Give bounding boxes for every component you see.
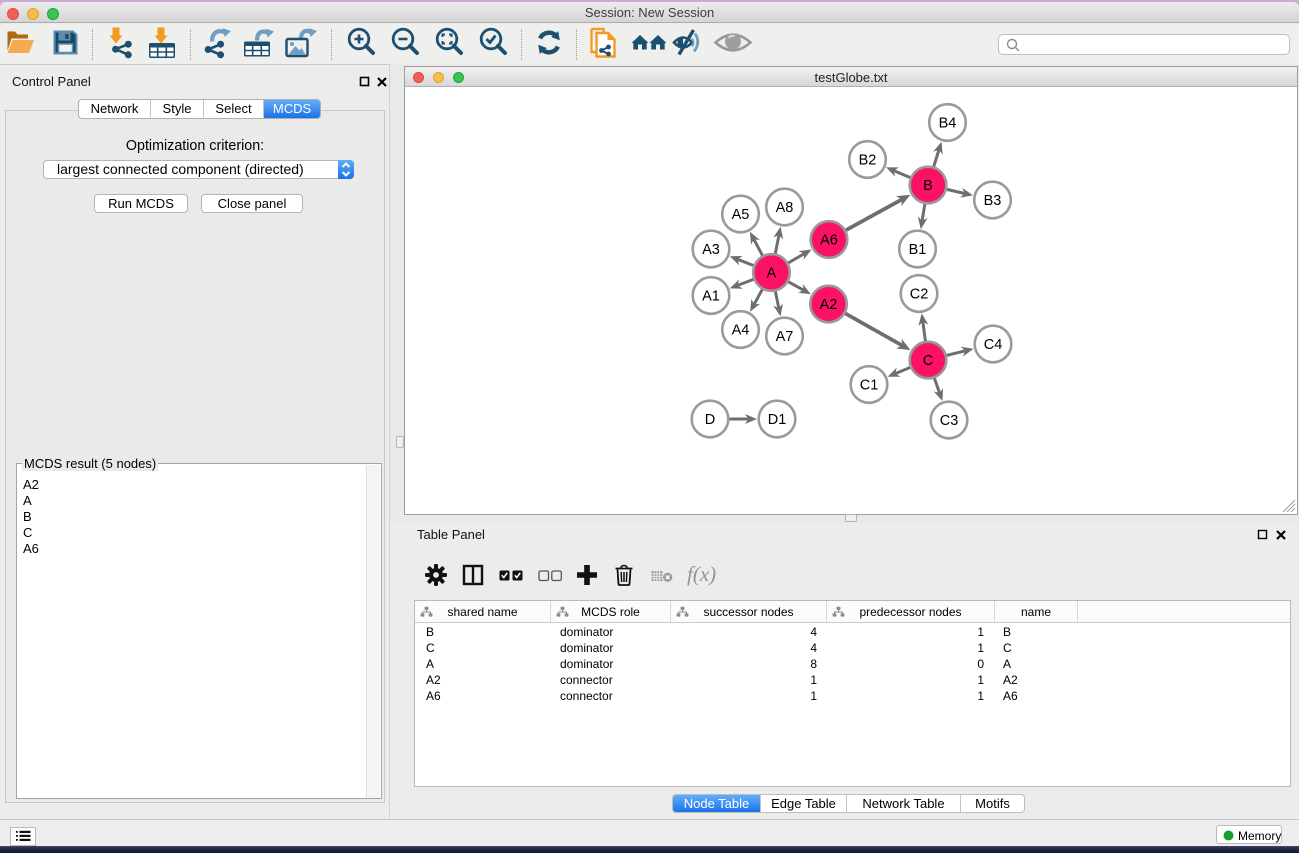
svg-text:A1: A1 xyxy=(702,289,720,305)
svg-text:A4: A4 xyxy=(732,323,750,339)
svg-text:D: D xyxy=(705,412,715,428)
svg-text:C2: C2 xyxy=(910,287,929,303)
svg-text:A5: A5 xyxy=(732,207,750,223)
svg-text:C3: C3 xyxy=(940,413,959,429)
svg-text:C: C xyxy=(923,353,933,369)
svg-text:C1: C1 xyxy=(860,378,879,394)
svg-text:A8: A8 xyxy=(776,200,794,216)
svg-text:A6: A6 xyxy=(820,233,838,249)
svg-text:A7: A7 xyxy=(776,329,794,345)
svg-text:B1: B1 xyxy=(909,242,927,258)
svg-text:A: A xyxy=(767,266,777,282)
svg-text:B4: B4 xyxy=(939,116,957,132)
svg-text:B2: B2 xyxy=(859,153,877,169)
svg-text:B3: B3 xyxy=(984,193,1002,209)
svg-text:A3: A3 xyxy=(702,242,720,258)
svg-text:A2: A2 xyxy=(820,297,838,313)
svg-text:C4: C4 xyxy=(984,337,1003,353)
svg-text:D1: D1 xyxy=(768,412,787,428)
svg-text:B: B xyxy=(923,178,933,194)
